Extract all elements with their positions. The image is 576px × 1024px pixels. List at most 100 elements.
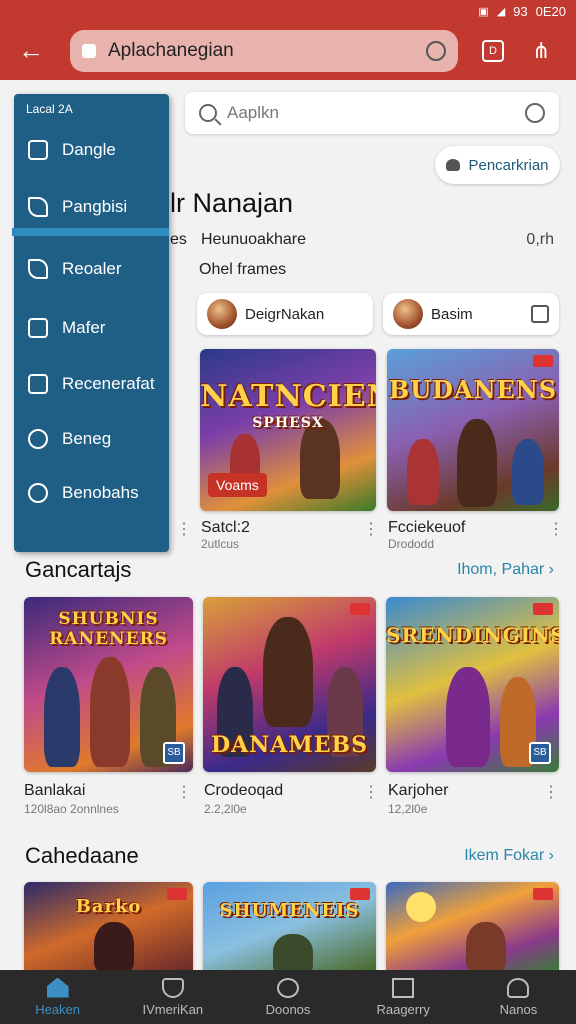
chip-1[interactable]: DeigrNakan — [197, 293, 373, 335]
more-icon[interactable]: ⋮ — [176, 782, 192, 802]
game-art-title: SHUMENEIS — [219, 900, 360, 921]
section-count: 0,rh — [526, 231, 554, 248]
status-bar: ▣ ◢ 93 0E20 — [478, 2, 566, 20]
circle-icon — [277, 977, 299, 998]
game-art-title: SRENDINGINS — [386, 623, 559, 647]
chip-label: Basim — [431, 305, 473, 323]
character-art — [90, 657, 130, 767]
signal-label: 93 — [513, 3, 528, 19]
nav-4[interactable]: Raagerry — [346, 970, 461, 1024]
avatar — [207, 299, 237, 329]
drawer-item-label: Reoaler — [62, 259, 122, 278]
home-icon — [46, 977, 69, 998]
badge-icon — [350, 888, 370, 900]
app-badge-icon: SB — [529, 742, 551, 764]
game-card[interactable]: SHUMENEIS — [203, 882, 376, 970]
character-art — [300, 419, 340, 499]
drawer-header: Lacal 2A — [26, 102, 73, 116]
game-sub: 2utlcus — [201, 537, 240, 551]
shield-icon[interactable] — [426, 41, 446, 61]
game-card[interactable] — [386, 882, 559, 970]
more-icon[interactable]: ⋮ — [176, 519, 192, 539]
see-more-label: Ihom, Pahar — [457, 561, 545, 578]
badge-icon — [533, 603, 553, 615]
back-arrow-icon[interactable]: ← — [18, 36, 48, 66]
nav-home[interactable]: Heaken — [0, 970, 115, 1024]
drawer-item-6[interactable]: Beneg — [28, 429, 111, 449]
selection-indicator — [12, 228, 169, 236]
bookmark-icon[interactable] — [531, 305, 549, 323]
game-card[interactable]: SRENDINGINS SB — [386, 597, 559, 772]
drawer-item-5[interactable]: Recenerafat — [28, 374, 155, 394]
sun-art — [406, 892, 436, 922]
nav-label: IVmeriKan — [142, 1001, 204, 1017]
record-icon — [28, 374, 48, 394]
nav-3[interactable]: Doonos — [230, 970, 345, 1024]
url-bar[interactable]: Aplachanegian — [70, 30, 458, 72]
character-art — [273, 934, 313, 970]
game-name: Banlakai — [24, 782, 86, 799]
drawer-item-label: Beneg — [62, 429, 112, 448]
section-subtitle: Heunuoakhare — [201, 231, 306, 248]
row-label: Ohel frames — [199, 261, 287, 278]
drawer-item-4[interactable]: Mafer — [28, 318, 105, 338]
pencil-icon — [28, 197, 48, 217]
drawer-item-label: Dangle — [62, 140, 116, 159]
chip-label: DeigrNakan — [245, 305, 325, 323]
avatar — [393, 299, 423, 329]
more-icon[interactable]: ⋮ — [363, 782, 379, 802]
game-art-title: Barko — [75, 896, 142, 917]
game-card[interactable]: SHUBNIS RANENERS SB — [24, 597, 193, 772]
filter-button[interactable]: Pencarkrian — [435, 146, 560, 184]
clock: 0E20 — [535, 3, 566, 19]
more-icon[interactable]: ⋮ — [543, 782, 559, 802]
drawer-item-3[interactable]: Reoaler — [28, 259, 122, 279]
nav-label: Heaken — [35, 1001, 80, 1017]
tabs-icon[interactable]: D — [482, 40, 504, 62]
game-art-title: NATNCIEN — [200, 379, 376, 414]
see-more-link[interactable]: Ikem Fokar › — [464, 847, 554, 865]
game-sub: 2.2,2l0e — [204, 802, 247, 816]
share-icon[interactable]: ⋔ — [532, 38, 550, 64]
more-icon[interactable]: ⋮ — [363, 519, 379, 539]
person-icon — [446, 159, 461, 171]
character-art — [446, 667, 490, 767]
game-name: Crodeoqad — [204, 782, 284, 799]
game-sub: 120l8ao 2onnlnes — [24, 802, 119, 816]
game-sub: 12,2l0e — [388, 802, 428, 816]
game-card[interactable]: NATNCIEN SPHESX Voams — [200, 349, 376, 511]
leaf-icon — [28, 259, 48, 279]
nav-5[interactable]: Nanos — [461, 970, 576, 1024]
left-fragment: es — [170, 231, 187, 248]
search-input[interactable]: Aaplkn — [227, 103, 525, 123]
chip-2[interactable]: Basim — [383, 293, 559, 335]
game-name: Satcl:2 — [201, 519, 250, 536]
drawer-item-1[interactable]: Dangle — [28, 140, 116, 160]
drawer-item-label: Recenerafat — [62, 374, 155, 393]
play-tag[interactable]: Voams — [208, 473, 267, 497]
see-more-link[interactable]: Ihom, Pahar › — [457, 561, 554, 579]
more-icon[interactable]: ⋮ — [548, 519, 564, 539]
drawer-item-label: Mafer — [62, 318, 106, 337]
nav-2[interactable]: IVmeriKan — [115, 970, 230, 1024]
navigation-drawer: Lacal 2A Dangle Pangbisi Reoaler Mafer R… — [12, 94, 169, 552]
game-art-title: SHUBNIS RANENERS — [49, 609, 168, 649]
game-name: Fcciekeuof — [388, 519, 466, 536]
game-art-title: DANAMEBS — [211, 732, 368, 758]
square-icon — [28, 140, 48, 160]
lock-icon — [82, 44, 96, 58]
section-title-1: lr Nanajan — [170, 188, 294, 218]
game-card[interactable]: Barko — [24, 882, 193, 970]
character-art — [512, 439, 544, 505]
drawer-item-7[interactable]: Benobahs — [28, 483, 139, 503]
drawer-item-2[interactable]: Pangbisi — [28, 197, 127, 217]
character-art — [466, 922, 506, 970]
document-icon — [28, 318, 48, 338]
game-art-subtitle: SPHESX — [252, 415, 324, 431]
bottom-nav: Heaken IVmeriKan Doonos Raagerry Nanos — [0, 970, 576, 1024]
game-card[interactable]: DANAMEBS — [203, 597, 376, 772]
filter-button-label: Pencarkrian — [468, 156, 549, 174]
search-bar[interactable]: Aaplkn — [185, 92, 559, 134]
game-card[interactable]: BUDANENS — [387, 349, 559, 511]
profile-icon[interactable] — [525, 103, 545, 123]
